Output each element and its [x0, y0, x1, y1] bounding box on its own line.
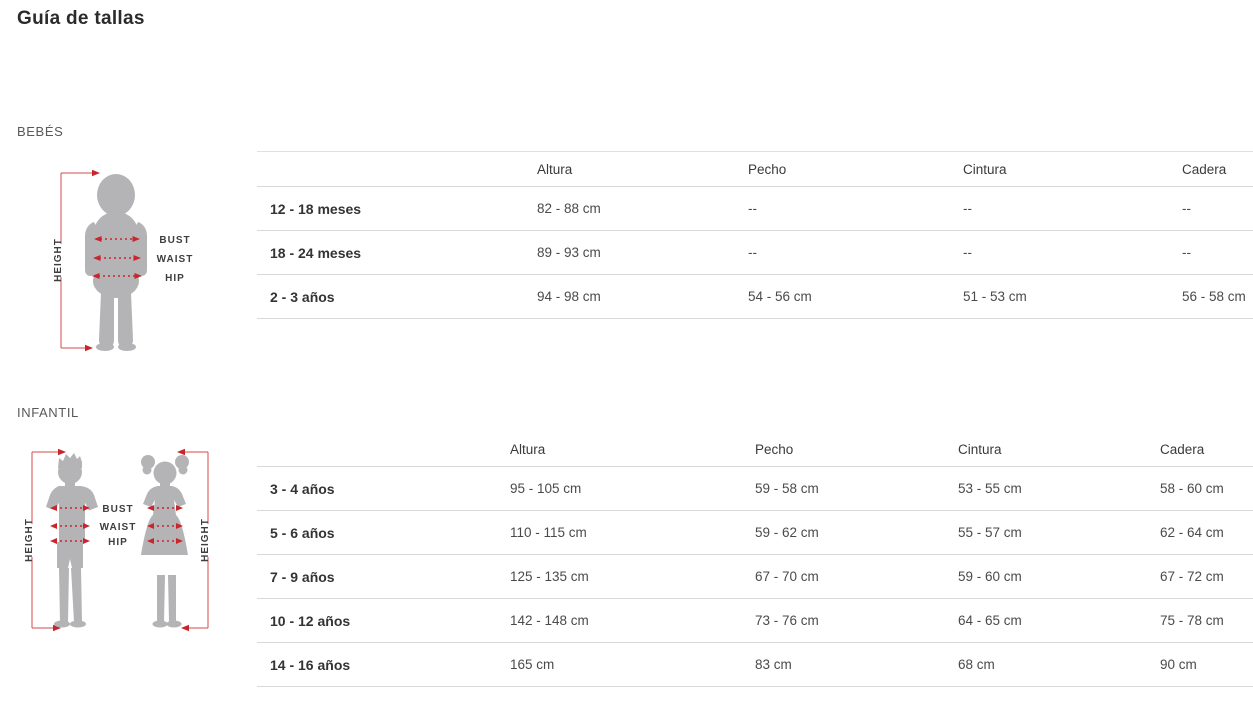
altura-value: 110 - 115 cm — [510, 511, 755, 555]
column-header-cintura: Cintura — [963, 152, 1182, 187]
bust-label: BUST — [159, 235, 190, 246]
baby-silhouette-icon — [85, 174, 147, 351]
column-header-size — [257, 152, 537, 187]
size-label: 14 - 16 años — [257, 643, 510, 687]
altura-value: 94 - 98 cm — [537, 275, 748, 319]
column-header-cadera: Cadera — [1182, 152, 1253, 187]
table-row: 12 - 18 meses 82 - 88 cm -- -- -- — [257, 187, 1253, 231]
size-label: 18 - 24 meses — [257, 231, 537, 275]
arrow-icon — [181, 625, 189, 631]
cintura-value: 64 - 65 cm — [958, 599, 1160, 643]
waist-label: WAIST — [100, 522, 137, 533]
size-label: 12 - 18 meses — [257, 187, 537, 231]
cintura-value: 55 - 57 cm — [958, 511, 1160, 555]
table-row: 10 - 12 años 142 - 148 cm 73 - 76 cm 64 … — [257, 599, 1253, 643]
arrow-icon — [177, 449, 185, 455]
hip-label: HIP — [108, 537, 128, 548]
cadera-value: 56 - 58 cm — [1182, 275, 1253, 319]
height-label: HEIGHT — [200, 518, 211, 562]
size-guide-page: Guía de tallas BEBÉS HEIGHT — [0, 0, 1253, 710]
hip-label: HIP — [165, 273, 185, 284]
section-label-bebes: BEBÉS — [17, 124, 63, 139]
height-label: HEIGHT — [24, 518, 35, 562]
column-header-pecho: Pecho — [748, 152, 963, 187]
altura-value: 95 - 105 cm — [510, 467, 755, 511]
page-title: Guía de tallas — [17, 8, 145, 30]
pecho-value: 73 - 76 cm — [755, 599, 958, 643]
column-header-cadera: Cadera — [1160, 433, 1253, 467]
pecho-value: -- — [748, 231, 963, 275]
bust-label: BUST — [102, 504, 133, 515]
altura-value: 89 - 93 cm — [537, 231, 748, 275]
table-header-row: Altura Pecho Cintura Cadera — [257, 152, 1253, 187]
column-header-cintura: Cintura — [958, 433, 1160, 467]
arrow-down-icon — [85, 345, 93, 351]
table-row: 14 - 16 años 165 cm 83 cm 68 cm 90 cm — [257, 643, 1253, 687]
size-label: 10 - 12 años — [257, 599, 510, 643]
pecho-value: 59 - 62 cm — [755, 511, 958, 555]
baby-measurement-figure: HEIGHT BUST WA — [30, 160, 250, 355]
pecho-value: 59 - 58 cm — [755, 467, 958, 511]
table-row: 7 - 9 años 125 - 135 cm 67 - 70 cm 59 - … — [257, 555, 1253, 599]
altura-value: 82 - 88 cm — [537, 187, 748, 231]
table-header-row: Altura Pecho Cintura Cadera — [257, 433, 1253, 467]
arrow-icon — [58, 449, 66, 455]
pecho-value: 54 - 56 cm — [748, 275, 963, 319]
cadera-value: -- — [1182, 231, 1253, 275]
altura-value: 165 cm — [510, 643, 755, 687]
cadera-value: 62 - 64 cm — [1160, 511, 1253, 555]
size-table-bebes: Altura Pecho Cintura Cadera 12 - 18 mese… — [257, 151, 1253, 319]
size-label: 5 - 6 años — [257, 511, 510, 555]
altura-value: 142 - 148 cm — [510, 599, 755, 643]
size-label: 7 - 9 años — [257, 555, 510, 599]
height-label: HEIGHT — [53, 238, 64, 282]
column-header-altura: Altura — [537, 152, 748, 187]
cadera-value: 58 - 60 cm — [1160, 467, 1253, 511]
cintura-value: -- — [963, 231, 1182, 275]
cadera-value: 75 - 78 cm — [1160, 599, 1253, 643]
cintura-value: 59 - 60 cm — [958, 555, 1160, 599]
pecho-value: 67 - 70 cm — [755, 555, 958, 599]
pecho-value: -- — [748, 187, 963, 231]
altura-value: 125 - 135 cm — [510, 555, 755, 599]
column-header-altura: Altura — [510, 433, 755, 467]
size-label: 3 - 4 años — [257, 467, 510, 511]
cadera-value: 67 - 72 cm — [1160, 555, 1253, 599]
cintura-value: -- — [963, 187, 1182, 231]
section-label-infantil: INFANTIL — [17, 405, 79, 420]
cintura-value: 68 cm — [958, 643, 1160, 687]
table-row: 18 - 24 meses 89 - 93 cm -- -- -- — [257, 231, 1253, 275]
table-row: 5 - 6 años 110 - 115 cm 59 - 62 cm 55 - … — [257, 511, 1253, 555]
table-row: 3 - 4 años 95 - 105 cm 59 - 58 cm 53 - 5… — [257, 467, 1253, 511]
cadera-value: 90 cm — [1160, 643, 1253, 687]
cintura-value: 53 - 55 cm — [958, 467, 1160, 511]
cadera-value: -- — [1182, 187, 1253, 231]
size-table-infantil: Altura Pecho Cintura Cadera 3 - 4 años 9… — [257, 433, 1253, 687]
children-measurement-figure: HEIGHT — [18, 442, 228, 642]
arrow-up-icon — [92, 170, 100, 176]
cintura-value: 51 - 53 cm — [963, 275, 1182, 319]
size-label: 2 - 3 años — [257, 275, 537, 319]
pecho-value: 83 cm — [755, 643, 958, 687]
column-header-pecho: Pecho — [755, 433, 958, 467]
column-header-size — [257, 433, 510, 467]
waist-label: WAIST — [157, 254, 194, 265]
table-row: 2 - 3 años 94 - 98 cm 54 - 56 cm 51 - 53… — [257, 275, 1253, 319]
